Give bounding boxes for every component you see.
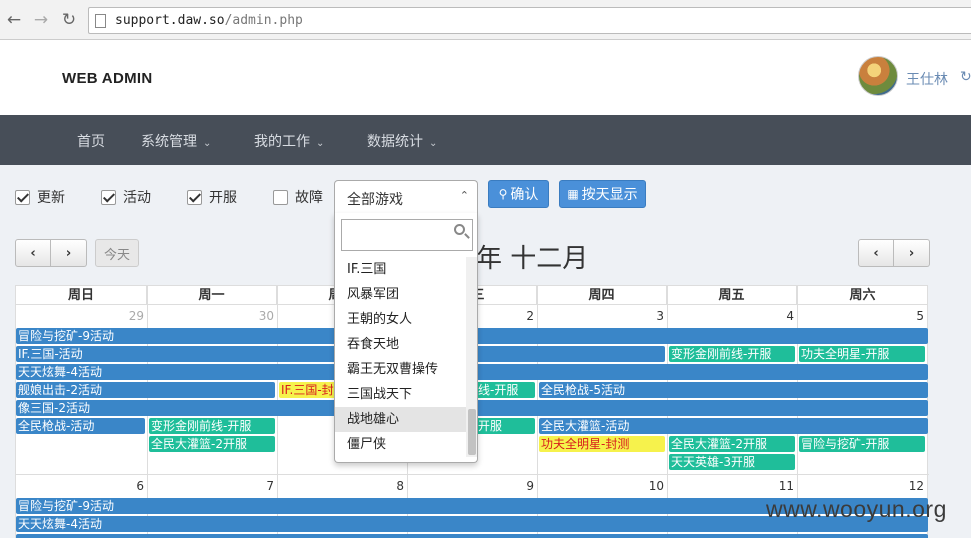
chevron-down-icon: ⌄ bbox=[203, 138, 212, 149]
chevron-up-icon: ⌃ bbox=[459, 189, 469, 202]
user-avatar[interactable] bbox=[858, 56, 898, 96]
calendar-event[interactable]: 舰娘出击-2活动 bbox=[16, 382, 275, 398]
day-number[interactable]: 11 bbox=[770, 479, 794, 493]
confirm-button[interactable]: ⚲ 确认 bbox=[488, 180, 549, 208]
calendar-event[interactable]: 功夫全明星-封测 bbox=[539, 436, 665, 452]
day-number[interactable]: 7 bbox=[250, 479, 274, 493]
prev-month-button-right[interactable]: ‹ bbox=[858, 239, 894, 267]
nav-item-stats[interactable]: 数据统计 ⌄ bbox=[367, 131, 437, 151]
filter-activity[interactable]: 活动 bbox=[101, 188, 151, 206]
game-option-highlighted[interactable]: 战地雄心 bbox=[335, 407, 466, 432]
calendar-event[interactable]: IF.三国-封测 bbox=[279, 382, 339, 398]
game-search-input[interactable] bbox=[341, 219, 473, 251]
next-month-button-right[interactable]: › bbox=[894, 239, 930, 267]
calendar-event[interactable]: 功夫全明星-开服 bbox=[799, 346, 925, 362]
game-option[interactable]: 吞食天地 bbox=[335, 332, 466, 357]
game-option[interactable]: IF.三国 bbox=[335, 257, 466, 282]
game-option[interactable]: 霸王无双曹操传 bbox=[335, 357, 466, 382]
calendar-event[interactable]: 全民大灌篮-2开服 bbox=[149, 436, 275, 452]
calendar-nav-right: ‹ › bbox=[858, 239, 930, 267]
calendar-event[interactable]: 全民枪战-5活动 bbox=[539, 382, 928, 398]
chevron-down-icon: ⌄ bbox=[429, 138, 438, 149]
game-select[interactable]: 全部游戏 ⌃ bbox=[334, 180, 478, 214]
page-icon bbox=[95, 14, 106, 28]
nav-item-home[interactable]: 首页 bbox=[77, 131, 105, 151]
calendar-event[interactable]: 全民枪战-活动 bbox=[16, 418, 145, 434]
day-number[interactable]: 10 bbox=[640, 479, 664, 493]
calendar-event[interactable]: 变形金刚前线-开服 bbox=[149, 418, 275, 434]
calendar-event[interactable]: 冒险与挖矿-开服 bbox=[799, 436, 925, 452]
calendar-icon: ▦ bbox=[567, 187, 579, 201]
nav-item-system[interactable]: 系统管理 ⌄ bbox=[141, 131, 211, 151]
checkbox-update[interactable] bbox=[15, 189, 30, 205]
day-number[interactable]: 6 bbox=[120, 479, 144, 493]
calendar-event[interactable]: 天天英雄-3开服 bbox=[669, 454, 795, 470]
calendar-event[interactable] bbox=[16, 534, 928, 538]
dropdown-scrollbar[interactable] bbox=[466, 257, 477, 457]
calendar-event[interactable]: 全民大灌篮-2开服 bbox=[669, 436, 795, 452]
next-month-button[interactable]: › bbox=[51, 239, 87, 267]
weekday-header: 周四 bbox=[537, 286, 667, 305]
url-text: support.daw.so/admin.php bbox=[115, 13, 303, 28]
day-number[interactable]: 9 bbox=[510, 479, 534, 493]
checkbox-open-server[interactable] bbox=[187, 189, 202, 205]
brand-title[interactable]: WEB ADMIN bbox=[62, 70, 152, 87]
calendar-title: 年 十二月 bbox=[476, 244, 589, 274]
prev-month-button[interactable]: ‹ bbox=[15, 239, 51, 267]
by-day-button[interactable]: ▦ 按天显示 bbox=[559, 180, 646, 208]
calendar-event[interactable]: 开服 bbox=[476, 418, 535, 434]
checkbox-activity[interactable] bbox=[101, 189, 116, 205]
address-bar[interactable]: support.daw.so/admin.php bbox=[88, 7, 971, 34]
chevron-down-icon: ⌄ bbox=[316, 138, 325, 149]
nav-item-my-work[interactable]: 我的工作 ⌄ bbox=[254, 131, 324, 151]
watermark: www.wooyun.org bbox=[766, 496, 947, 522]
game-dropdown: IF.三国 风暴军团 王朝的女人 吞食天地 霸王无双曹操传 三国战天下 战地雄心… bbox=[334, 213, 478, 463]
game-option[interactable]: 僵尸侠 bbox=[335, 432, 466, 457]
day-number[interactable]: 5 bbox=[900, 309, 924, 323]
back-arrow-icon[interactable]: ← bbox=[3, 10, 25, 30]
filter-update[interactable]: 更新 bbox=[15, 188, 65, 206]
refresh-icon[interactable]: ↻ bbox=[960, 69, 971, 85]
main-nav: 首页 系统管理 ⌄ 我的工作 ⌄ 数据统计 ⌄ bbox=[0, 115, 971, 165]
day-number[interactable]: 12 bbox=[900, 479, 924, 493]
weekday-header: 周五 bbox=[667, 286, 797, 305]
game-option[interactable]: 风暴军团 bbox=[335, 282, 466, 307]
checkbox-fault[interactable] bbox=[273, 189, 288, 205]
day-number[interactable]: 3 bbox=[640, 309, 664, 323]
calendar-event[interactable]: 线-开服 bbox=[476, 382, 535, 398]
weekday-header: 周六 bbox=[797, 286, 928, 305]
username[interactable]: 王仕林 bbox=[906, 69, 948, 89]
game-select-value: 全部游戏 bbox=[347, 192, 403, 208]
game-option[interactable]: 王朝的女人 bbox=[335, 307, 466, 332]
browser-toolbar: ← → ↻ support.daw.so/admin.php bbox=[0, 0, 971, 40]
weekday-header: 周一 bbox=[147, 286, 277, 305]
search-icon bbox=[454, 224, 465, 235]
today-button[interactable]: 今天 bbox=[95, 239, 139, 267]
site-header: WEB ADMIN 王仕林 ↻ bbox=[0, 40, 971, 115]
day-number[interactable]: 30 bbox=[250, 309, 274, 323]
day-number[interactable]: 8 bbox=[380, 479, 404, 493]
forward-arrow-icon[interactable]: → bbox=[30, 10, 52, 30]
calendar-event[interactable]: 全民大灌篮-活动 bbox=[539, 418, 928, 434]
scrollbar-thumb[interactable] bbox=[468, 409, 476, 455]
game-option[interactable]: 三国战天下 bbox=[335, 382, 466, 407]
filter-fault[interactable]: 故障 bbox=[273, 188, 323, 206]
day-number[interactable]: 2 bbox=[510, 309, 534, 323]
reload-icon[interactable]: ↻ bbox=[58, 10, 80, 30]
day-number[interactable]: 4 bbox=[770, 309, 794, 323]
day-number[interactable]: 29 bbox=[120, 309, 144, 323]
calendar-event[interactable]: 变形金刚前线-开服 bbox=[669, 346, 795, 362]
weekday-header: 周日 bbox=[16, 286, 147, 305]
filter-open-server[interactable]: 开服 bbox=[187, 188, 237, 206]
search-icon: ⚲ bbox=[498, 187, 508, 201]
calendar-nav-left: ‹ › bbox=[15, 239, 87, 267]
